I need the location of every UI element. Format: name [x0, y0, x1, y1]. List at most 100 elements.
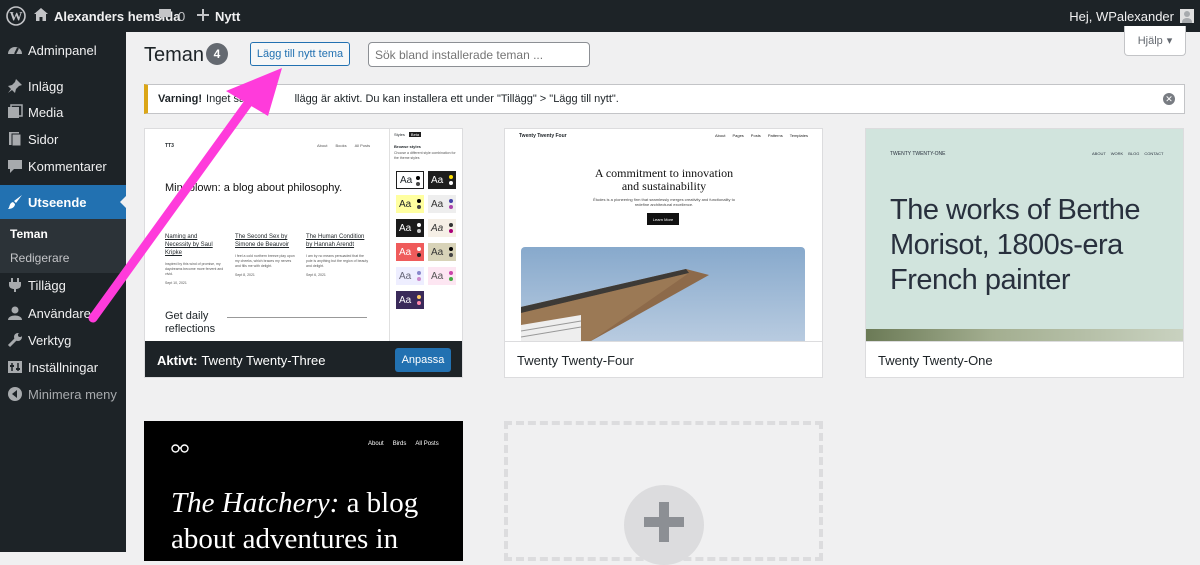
preview-heading-italic: The Hatchery: — [171, 487, 340, 519]
menu-item-comments[interactable]: Kommentarer — [0, 149, 126, 183]
menu-label: Inställningar — [28, 359, 99, 375]
preview-nav-item: Pages — [732, 133, 744, 138]
preview-description: Études is a pioneering firm that seamles… — [593, 197, 735, 207]
theme-name: Twenty Twenty-Three — [201, 352, 326, 368]
swatch-label: Aa — [399, 198, 412, 210]
theme-card-twenty-twenty-one[interactable]: TWENTY TWENTY-ONE ABOUT WORK BLOG CONTAC… — [865, 128, 1184, 378]
preview-post-title: The Second Sex by Simone de Beauvoir — [235, 234, 290, 248]
theme-active-footer: Aktivt: Twenty Twenty-Three Anpassa — [145, 341, 462, 377]
preview-logo-icon — [171, 440, 189, 458]
theme-search-input[interactable] — [368, 42, 590, 67]
settings-icon — [7, 359, 23, 375]
wordpress-logo-icon[interactable]: W — [6, 0, 26, 32]
preview-post-title: Naming and Necessity by Saul Kripke — [165, 234, 213, 256]
dismiss-icon[interactable]: ✕ — [1163, 93, 1175, 105]
style-swatch: Aa — [396, 195, 424, 213]
collapse-menu-button[interactable]: Minimera meny — [0, 377, 126, 411]
preview-browse-title: Browse styles — [394, 144, 421, 149]
preview-image-strip — [866, 329, 1183, 341]
page-title: Teman — [144, 44, 205, 66]
menu-label: Användare — [28, 305, 91, 321]
pages-icon — [7, 131, 23, 147]
preview-heading: The works of Berthe Morisot, 1800s-era F… — [890, 194, 1141, 296]
preview-browse-desc: Choose a different style combination for… — [394, 151, 456, 160]
media-icon — [7, 104, 23, 120]
submenu-item-editor[interactable]: Redigerare — [0, 246, 126, 270]
submenu-item-themes[interactable]: Teman — [0, 222, 126, 246]
admin-sidebar: Adminpanel Inlägg Media Sidor Kommentare… — [0, 32, 126, 552]
swatch-label: Aa — [399, 270, 412, 282]
preview-styles-panel: Styles Beta Browse styles Choose a diffe… — [389, 129, 462, 341]
comment-bubble-icon — [158, 8, 172, 24]
add-new-theme-card[interactable] — [504, 421, 823, 565]
comments-link[interactable]: 0 — [158, 0, 185, 32]
comment-count: 0 — [178, 8, 186, 24]
theme-card-hatchery[interactable]: About Birds All Posts The Hatchery: a bl… — [144, 421, 463, 561]
preview-nav-item: BLOG — [1128, 151, 1140, 156]
menu-label: Adminpanel — [28, 42, 97, 58]
theme-screenshot: About Birds All Posts The Hatchery: a bl… — [144, 421, 463, 561]
dashboard-icon — [7, 42, 23, 58]
preview-nav-item: Books — [335, 143, 347, 148]
paintbrush-icon — [7, 194, 23, 210]
menu-label: Kommentarer — [28, 158, 107, 174]
menu-label: Sidor — [28, 131, 59, 147]
swatch-label: Aa — [431, 270, 444, 282]
preview-nav-item: All Posts — [415, 441, 439, 447]
preview-nav-item: All Posts — [354, 143, 371, 148]
style-swatch: Aa — [428, 267, 456, 285]
style-swatch: Aa — [396, 291, 424, 309]
menu-item-dashboard[interactable]: Adminpanel — [0, 33, 126, 67]
notice-text-start: Inget säkerh — [206, 93, 267, 105]
preview-logo: TT3 — [165, 143, 174, 149]
add-circle — [624, 485, 704, 565]
theme-screenshot: TWENTY TWENTY-ONE ABOUT WORK BLOG CONTAC… — [866, 129, 1183, 341]
preview-button: Learn More — [647, 213, 679, 225]
admin-bar: W Alexanders hemsida 0 Nytt Hej, WPalexa… — [0, 0, 1200, 32]
submenu-label: Redigerare — [10, 251, 70, 265]
preview-nav-item: About — [317, 143, 328, 148]
main-content: Teman 4 Lägg till nytt tema Hjälp ▾ Varn… — [126, 26, 1200, 565]
preview-post-excerpt: I feel a cold northern breeze play upon … — [235, 254, 295, 268]
menu-label: Inlägg — [28, 78, 64, 94]
style-swatch: Aa — [428, 219, 456, 237]
preview-post-excerpt: I am by no means persuaded that the pole… — [306, 254, 369, 268]
notice-strong: Varning! — [158, 93, 203, 105]
style-swatch: Aa — [428, 171, 456, 189]
preview-site-title: TWENTY TWENTY-ONE — [890, 151, 946, 157]
menu-label: Tillägg — [28, 277, 66, 293]
style-swatch: Aa — [428, 243, 456, 261]
new-label: Nytt — [215, 8, 241, 24]
swatch-label: Aa — [399, 222, 412, 234]
warning-notice: Varning! Inget säkerh llägg är aktivt. D… — [144, 84, 1185, 114]
new-content-link[interactable]: Nytt — [197, 0, 240, 32]
preview-nav-item: WORK — [1110, 151, 1124, 156]
theme-card-twenty-twenty-four[interactable]: Twenty Twenty Four About Pages Posts Pat… — [504, 128, 823, 378]
preview-post-date: Sept 6, 2021 — [306, 273, 326, 277]
style-swatch: Aa — [428, 195, 456, 213]
plus-icon-vertical — [659, 502, 669, 542]
help-tab-button[interactable]: Hjälp ▾ — [1124, 26, 1186, 56]
help-label: Hjälp — [1137, 34, 1163, 47]
preview-nav-item: Templates — [789, 133, 808, 138]
preview-footer-text: Get daily reflections — [165, 310, 227, 336]
preview-heading: Mindblown: a blog about philosophy. — [165, 182, 343, 194]
preview-nav-item: Posts — [750, 133, 761, 138]
theme-name: Twenty Twenty-One — [878, 353, 993, 368]
menu-item-appearance[interactable]: Utseende — [0, 185, 126, 219]
add-new-theme-button[interactable]: Lägg till nytt tema — [250, 42, 350, 66]
preview-nav-item: Birds — [392, 441, 407, 447]
plugins-icon — [7, 277, 23, 293]
menu-label: Utseende — [28, 194, 87, 210]
theme-name: Twenty Twenty-Four — [517, 353, 634, 368]
submenu-label: Teman — [10, 227, 48, 241]
menu-label: Verktyg — [28, 332, 72, 348]
preview-heading: A commitment to innovation and sustainab… — [594, 166, 734, 193]
style-swatch: Aa — [396, 171, 424, 189]
theme-card-twenty-twenty-three[interactable]: TT3 About Books All Posts Mindblown: a b… — [144, 128, 463, 378]
theme-screenshot: TT3 About Books All Posts Mindblown: a b… — [145, 129, 462, 341]
theme-screenshot: Twenty Twenty Four About Pages Posts Pat… — [505, 129, 822, 341]
preview-building-image — [521, 247, 805, 341]
customize-button[interactable]: Anpassa — [395, 348, 451, 372]
menu-label: Media — [28, 104, 64, 120]
